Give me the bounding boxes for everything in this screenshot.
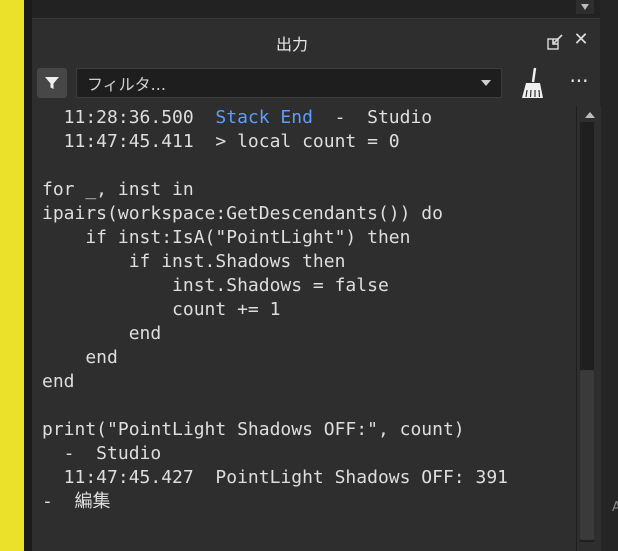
right-panel-edge: A — [600, 0, 618, 551]
chevron-down-icon — [581, 4, 589, 10]
chevron-down-icon[interactable] — [481, 80, 491, 86]
scroll-up-icon[interactable] — [585, 112, 595, 118]
title-bar: 出力 ✕ — [32, 20, 600, 62]
log-line: end — [42, 323, 162, 344]
output-text: 11:28:36.500 Stack End - Studio 11:47:45… — [42, 106, 508, 514]
log-line: ipairs(workspace:GetDescendants()) do — [42, 203, 443, 224]
log-link-stack-end[interactable]: Stack End — [215, 107, 313, 128]
log-line: 11:47:45.411 > local count = 0 — [42, 131, 400, 152]
log-line: count += 1 — [42, 299, 281, 320]
output-scrollbar[interactable] — [576, 106, 601, 551]
top-panel-edge — [32, 0, 600, 19]
left-border — [24, 0, 32, 551]
log-line: - Studio — [42, 443, 162, 464]
close-icon[interactable]: ✕ — [572, 30, 590, 50]
undock-icon[interactable] — [547, 34, 563, 50]
log-line: if inst:IsA("PointLight") then — [42, 227, 411, 248]
window-title: 出力 — [275, 35, 308, 54]
background-yellow-strip — [0, 0, 24, 551]
log-line: end — [42, 371, 75, 392]
clear-output-broom-icon[interactable] — [518, 66, 546, 100]
log-line: - 編集 — [42, 491, 111, 512]
edge-glyph: A — [612, 500, 618, 515]
top-panel-scroll-down-button[interactable] — [576, 0, 594, 14]
more-options-icon[interactable]: ··· — [568, 66, 590, 96]
filter-funnel-icon — [45, 77, 59, 89]
filter-dropdown[interactable] — [76, 68, 502, 98]
log-line: inst.Shadows = false — [42, 275, 389, 296]
scroll-thumb[interactable] — [580, 370, 594, 540]
output-window: 出力 ✕ ··· 11:28:36.500 Stack End - — [32, 20, 601, 551]
output-log: 11:28:36.500 Stack End - Studio 11:47:45… — [32, 106, 576, 551]
log-line: end — [42, 347, 118, 368]
log-line: 11:28:36.500 Stack End - Studio — [42, 107, 433, 128]
log-line: print("PointLight Shadows OFF:", count) — [42, 419, 465, 440]
log-line: 11:47:45.427 PointLight Shadows OFF: 391 — [42, 467, 508, 488]
log-line: for _, inst in — [42, 179, 194, 200]
output-toolbar: ··· — [32, 62, 600, 106]
log-line: if inst.Shadows then — [42, 251, 346, 272]
filter-button[interactable] — [37, 68, 67, 98]
filter-input[interactable] — [85, 73, 469, 95]
